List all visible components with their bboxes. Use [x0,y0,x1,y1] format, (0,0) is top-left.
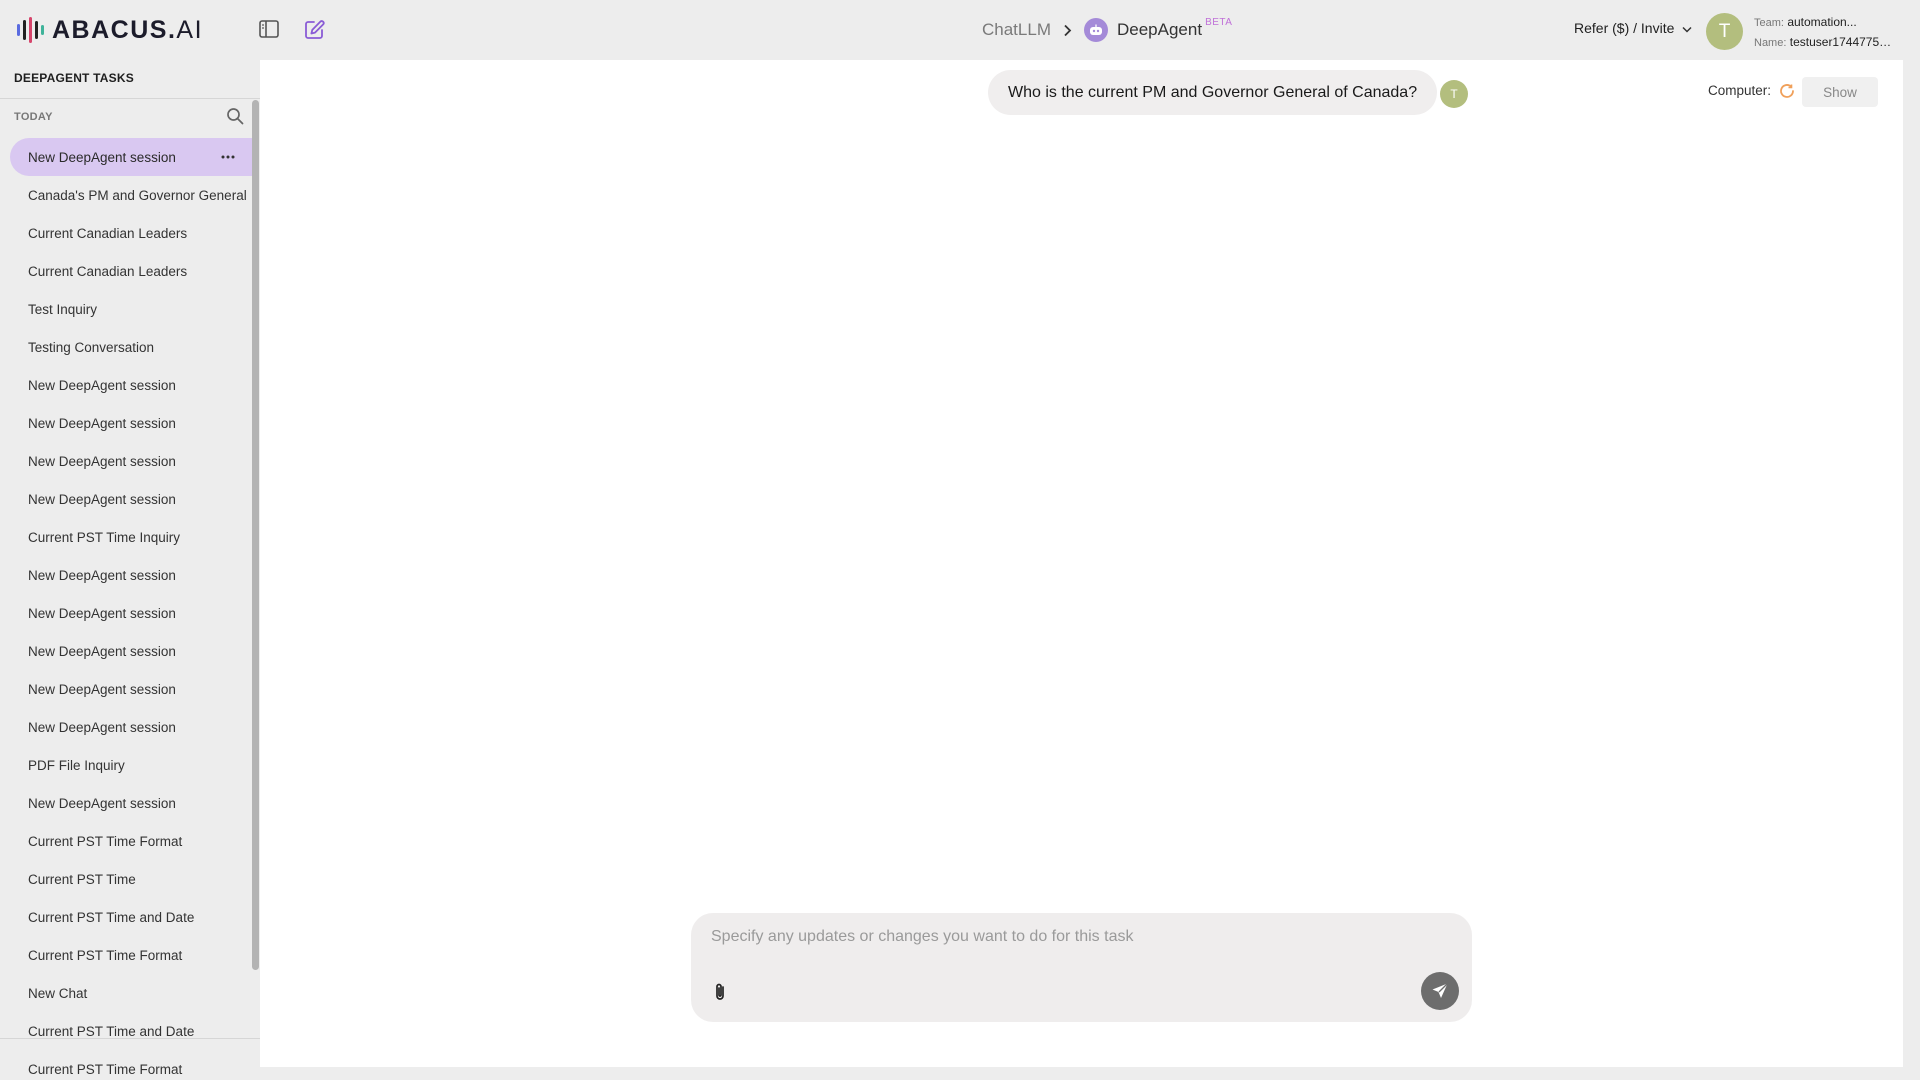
search-icon[interactable] [226,107,246,127]
sidebar-task-label: New DeepAgent session [28,567,176,583]
sidebar-task-label: New DeepAgent session [28,149,176,165]
name-value: testuser1744775… [1789,35,1892,49]
refer-invite-button[interactable]: Refer ($) / Invite [1574,20,1692,36]
team-key: Team: [1754,17,1784,29]
sidebar-divider [0,98,260,99]
sidebar-task-label: Current PST Time [28,871,136,887]
breadcrumb-deepagent[interactable]: DeepAgent [1117,20,1202,40]
sidebar-task-label: New DeepAgent session [28,681,176,697]
section-label-today: TODAY [14,111,53,123]
sidebar-task-item[interactable]: Current PST Time and Date [10,1012,252,1050]
sidebar-task-item[interactable]: New DeepAgent session [10,404,252,442]
sidebar-task-label: Current PST Time Format [28,947,183,963]
sidebar-task-label: Current PST Time and Date [28,909,195,925]
sidebar-task-label: New DeepAgent session [28,415,176,431]
user-info[interactable]: Team: automation... Name: testuser174477… [1754,13,1920,53]
sidebar-task-item[interactable]: Current PST Time Format [10,822,252,860]
sidebar-task-label: New DeepAgent session [28,719,176,735]
sidebar-task-item[interactable]: Current PST Time and Date [10,898,252,936]
sidebar-task-item[interactable]: Current Canadian Leaders [10,252,252,290]
toggle-sidebar-icon[interactable] [256,16,282,42]
task-list: New DeepAgent session Canada's PM and Gov… [10,138,252,1080]
sidebar-task-item[interactable]: PDF File Inquiry [10,746,252,784]
sidebar-task-label: New DeepAgent session [28,377,176,393]
sidebar-task-item[interactable]: New DeepAgent session [10,594,252,632]
sidebar-task-item[interactable]: New Chat [10,974,252,1012]
sidebar-task-label: Current Canadian Leaders [28,225,188,241]
new-task-edit-icon[interactable] [301,16,327,42]
sidebar-task-label: Current PST Time Inquiry [28,529,181,545]
sidebar-task-item[interactable]: Testing Conversation [10,328,252,366]
sidebar-task-item[interactable]: New DeepAgent session [10,670,252,708]
sidebar-task-item[interactable]: New DeepAgent session [10,442,252,480]
sidebar-task-item[interactable]: Current PST Time [10,860,252,898]
abacus-logo[interactable]: ABACUS.AI [17,16,203,44]
sidebar-task-label: New DeepAgent session [28,643,176,659]
sidebar-task-item[interactable]: Canada's PM and Governor General [10,176,252,214]
chat-panel: Who is the current PM and Governor Gener… [260,60,1903,1067]
logo-text: ABACUS.AI [52,15,204,44]
chevron-right-icon [1063,24,1072,37]
sidebar-task-label: Testing Conversation [28,339,155,355]
task-update-input[interactable] [711,928,1451,958]
sidebar-task-item[interactable]: Current PST Time Format [10,1050,252,1080]
sidebar-title: DEEPAGENT TASKS [14,71,134,85]
send-icon [1432,983,1448,998]
sidebar-task-item[interactable]: Current Canadian Leaders [10,214,252,252]
paperclip-icon[interactable] [709,981,731,1003]
more-options-icon[interactable] [218,147,238,167]
sidebar-task-item[interactable]: New DeepAgent session [10,556,252,594]
sidebar-task-label: Test Inquiry [28,301,98,317]
sidebar-task-item[interactable]: Test Inquiry [10,290,252,328]
sidebar-task-item[interactable]: New DeepAgent session [10,708,252,746]
send-button[interactable] [1421,972,1459,1010]
message-user-avatar: T [1440,80,1468,108]
sidebar-task-label: New Chat [28,985,88,1001]
deepagent-robot-icon [1083,18,1108,42]
chevron-down-icon [1682,20,1692,36]
sidebar-bottom-divider [0,1038,260,1039]
loading-spinner-icon [1779,83,1795,99]
sidebar-task-label: New DeepAgent session [28,795,176,811]
refer-invite-label: Refer ($) / Invite [1574,20,1675,36]
top-bar: ABACUS.AI ChatLLM DeepAgent BETA Refer (… [0,0,1920,60]
beta-badge: BETA [1205,16,1233,28]
sidebar-task-label: Current PST Time Format [28,833,183,849]
sidebar: DEEPAGENT TASKS TODAY New DeepAgent sess… [0,60,260,1080]
sidebar-task-label: New DeepAgent session [28,453,176,469]
sidebar-task-item[interactable]: Current PST Time Format [10,936,252,974]
show-computer-button[interactable]: Show [1802,77,1878,107]
sidebar-task-item[interactable]: New DeepAgent session [10,138,252,176]
sidebar-task-label: Current PST Time Format [28,1061,183,1077]
sidebar-task-item[interactable]: New DeepAgent session [10,784,252,822]
user-message-bubble: Who is the current PM and Governor Gener… [988,70,1438,115]
name-key: Name: [1754,37,1787,49]
sidebar-task-label: Canada's PM and Governor General [28,187,247,203]
computer-label: Computer: [1708,83,1772,98]
sidebar-task-label: Current Canadian Leaders [28,263,188,279]
sidebar-task-item[interactable]: New DeepAgent session [10,632,252,670]
sidebar-task-item[interactable]: New DeepAgent session [10,480,252,518]
logo-mark-icon [17,17,44,43]
sidebar-task-label: Current PST Time and Date [28,1023,195,1039]
breadcrumb-chatllm[interactable]: ChatLLM [982,20,1051,40]
breadcrumb: ChatLLM DeepAgent BETA [982,16,1232,44]
sidebar-task-label: PDF File Inquiry [28,757,125,773]
composer [691,913,1472,1022]
sidebar-scrollbar[interactable] [252,100,259,970]
team-value: automation... [1787,15,1857,29]
sidebar-task-label: New DeepAgent session [28,605,176,621]
sidebar-task-item[interactable]: New DeepAgent session [10,366,252,404]
sidebar-task-item[interactable]: Current PST Time Inquiry [10,518,252,556]
sidebar-task-label: New DeepAgent session [28,491,176,507]
user-avatar[interactable]: T [1706,13,1743,50]
